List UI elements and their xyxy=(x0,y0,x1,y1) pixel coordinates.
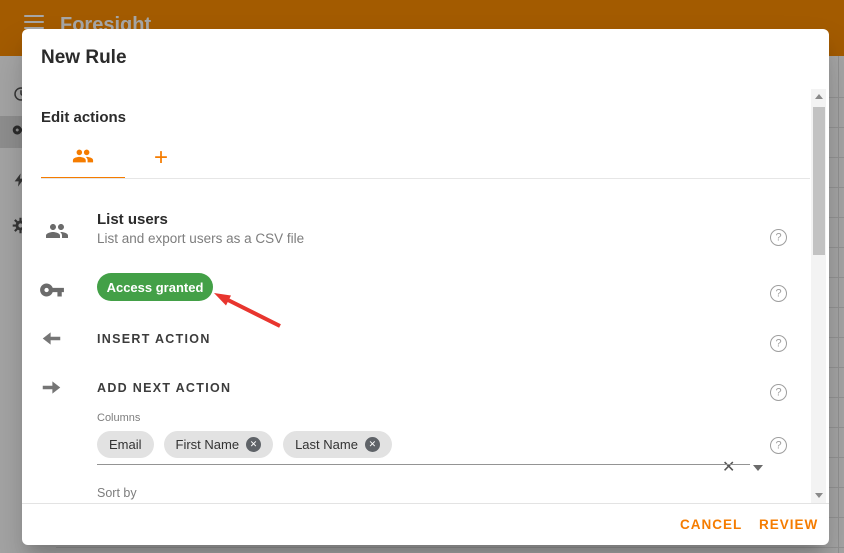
screen: Foresight New Rule Edit actions + List u… xyxy=(0,0,844,553)
remove-glyph: ✕ xyxy=(368,439,377,449)
chip-last-name[interactable]: Last Name ✕ xyxy=(283,431,392,458)
help-icon[interactable]: ? xyxy=(770,229,787,246)
cancel-button[interactable]: CANCEL xyxy=(680,517,742,532)
help-glyph: ? xyxy=(775,439,782,451)
key-icon xyxy=(39,277,65,308)
people-icon xyxy=(45,219,69,248)
help-glyph: ? xyxy=(775,231,782,243)
chip-remove-icon[interactable]: ✕ xyxy=(246,437,262,452)
footer-divider xyxy=(22,503,829,504)
insert-action-button[interactable]: INSERT ACTION xyxy=(97,332,211,346)
columns-field-underline xyxy=(97,464,750,465)
clear-selection-icon[interactable]: ✕ xyxy=(722,457,735,477)
access-granted-badge[interactable]: Access granted xyxy=(97,273,213,301)
dialog-title: New Rule xyxy=(41,47,127,68)
tab-divider xyxy=(41,178,810,179)
help-glyph: ? xyxy=(775,287,782,299)
columns-chip-list: Email First Name ✕ Last Name ✕ xyxy=(97,431,392,458)
new-rule-dialog: New Rule Edit actions + List users List … xyxy=(22,29,829,545)
scroll-up-icon[interactable] xyxy=(814,94,823,99)
tab-add-action[interactable]: + xyxy=(125,139,197,177)
chevron-down-icon[interactable] xyxy=(753,465,763,471)
chip-label: Last Name xyxy=(295,437,358,452)
chip-first-name[interactable]: First Name ✕ xyxy=(163,431,274,458)
help-icon[interactable]: ? xyxy=(770,335,787,352)
columns-label: Columns xyxy=(97,412,141,424)
review-button[interactable]: REVIEW xyxy=(759,517,818,532)
people-icon xyxy=(72,145,94,172)
plus-icon: + xyxy=(153,144,168,171)
tab-action-users[interactable] xyxy=(41,139,125,179)
chip-label: First Name xyxy=(175,437,240,452)
sort-by-label: Sort by xyxy=(97,486,137,500)
help-icon[interactable]: ? xyxy=(770,384,787,401)
annotation-arrow xyxy=(206,286,290,335)
help-glyph: ? xyxy=(775,386,782,398)
chip-label: Email xyxy=(109,437,142,452)
chip-email[interactable]: Email xyxy=(97,431,154,458)
action-subtitle: List and export users as a CSV file xyxy=(97,231,305,246)
action-title[interactable]: List users xyxy=(97,211,168,228)
add-next-action-button[interactable]: ADD NEXT ACTION xyxy=(97,381,231,395)
dialog-scrollbar[interactable] xyxy=(811,89,826,503)
help-glyph: ? xyxy=(775,337,782,349)
help-icon[interactable]: ? xyxy=(770,437,787,454)
arrow-right-icon xyxy=(41,377,62,403)
remove-glyph: ✕ xyxy=(249,439,258,449)
scrollbar-thumb[interactable] xyxy=(812,107,825,255)
chip-remove-icon[interactable]: ✕ xyxy=(364,437,380,452)
help-icon[interactable]: ? xyxy=(770,285,787,302)
edit-actions-heading: Edit actions xyxy=(41,109,127,126)
arrow-left-icon xyxy=(41,328,62,354)
scroll-down-icon[interactable] xyxy=(814,493,823,498)
